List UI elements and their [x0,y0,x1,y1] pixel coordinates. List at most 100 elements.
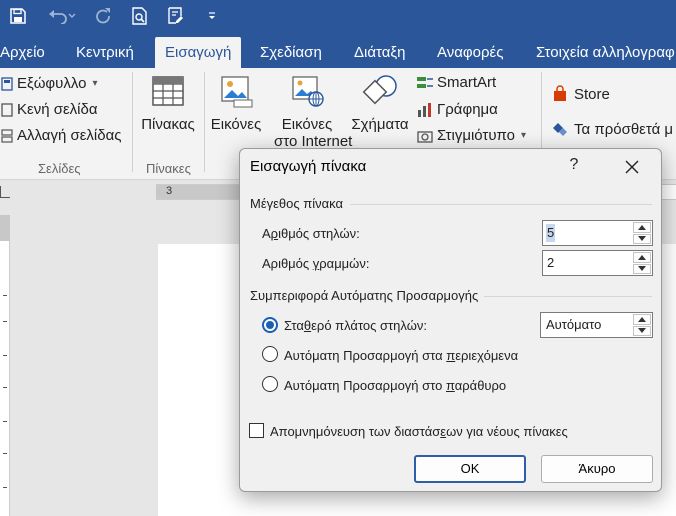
group-separator [204,72,205,172]
cover-dropdown-icon: ▾ [92,78,98,89]
ruler-tick [3,295,7,296]
undo-icon[interactable] [47,5,77,27]
quick-access-toolbar [0,0,676,32]
ruler-tick [3,321,7,322]
rows-value: 2 [547,255,555,270]
ruler-tick [3,387,7,388]
arrow-up-icon [638,316,646,322]
tab-mailings[interactable]: Στοιχεία αλληλογραφ [536,37,675,68]
tab-design[interactable]: Σχεδίαση [260,37,322,68]
table-button[interactable]: Πίνακας [138,74,198,133]
remember-dimensions-checkbox[interactable] [249,423,264,438]
tab-insert[interactable]: Εισαγωγή [155,37,242,68]
autofit-window-label: Αυτόματη Προσαρμογή στο παράθυρο [284,378,507,393]
blank-page-label: Κενή σελίδα [17,101,98,118]
screenshot-icon [417,130,433,143]
smartart-button[interactable]: SmartArt [416,74,496,91]
autofit-contents-radio[interactable] [262,346,278,362]
rows-down-button[interactable] [633,263,651,274]
rows-spinner[interactable]: 2 [542,250,653,276]
arrow-up-icon [638,254,646,260]
columns-spinner[interactable]: 5 [542,220,653,246]
chart-icon [418,102,431,117]
rows-up-button[interactable] [633,252,651,263]
arrow-down-icon [638,236,646,242]
close-button[interactable] [618,155,646,179]
ruler-tick [3,453,7,454]
columns-up-button[interactable] [633,222,651,233]
shapes-icon [362,75,397,105]
columns-label: Αριθμός στηλών: [262,226,360,241]
arrow-down-icon [638,266,646,272]
group-separator [132,72,133,172]
online-pictures-icon [292,76,324,107]
tab-references[interactable]: Αναφορές [437,37,503,68]
chart-label: Γράφημα [437,101,498,118]
pictures-button[interactable]: Εικόνες [207,74,265,133]
autofit-window-radio[interactable] [262,376,278,392]
table-label: Πίνακας [141,116,195,133]
tab-layout[interactable]: Διάταξη [354,37,405,68]
tab-home[interactable]: Κεντρική [76,37,134,68]
rows-label: Αριθμός γραμμών: [262,256,370,271]
ribbon-tabs: Αρχείο Κεντρική Εισαγωγή Σχεδίαση Διάταξ… [0,32,676,68]
chart-button[interactable]: Γράφημα [416,101,498,118]
help-button[interactable]: ? [560,156,588,178]
store-icon [554,85,566,101]
columns-value: 5 [546,224,556,242]
tab-file[interactable]: Αρχείο [0,37,45,68]
redo-icon[interactable] [91,5,115,27]
page-break-button[interactable]: Αλλαγή σελίδας [0,127,122,144]
cover-page-button[interactable]: Εξώφυλλο ▾ [0,75,98,92]
smartart-icon [417,76,433,88]
fixed-width-label: Σταθερό πλάτος στηλών: [284,318,427,333]
cover-page-icon [1,76,13,91]
section-divider [484,296,652,297]
screenshot-dropdown-icon: ▾ [521,130,527,141]
tables-group-label: Πίνακες [146,161,191,176]
page-break-label: Αλλαγή σελίδας [17,127,122,144]
form-icon[interactable] [164,5,188,27]
page-break-icon [1,128,13,143]
screenshot-label: Στιγμιότυπο [437,127,516,144]
ruler-tick [3,487,7,488]
print-preview-icon[interactable] [128,5,152,27]
screenshot-button[interactable]: Στιγμιότυπο ▾ [416,127,526,144]
columns-down-button[interactable] [633,233,651,244]
shapes-label: Σχήματα [351,116,409,133]
section-divider [350,204,652,205]
fixed-width-spinner[interactable]: Αυτόματο [540,312,653,338]
cover-page-label: Εξώφυλλο [17,75,87,92]
arrow-down-icon [638,328,646,334]
customize-icon[interactable] [200,5,224,27]
shapes-button[interactable]: Σχήματα [347,74,413,133]
pages-group-label: Σελίδες [38,161,81,176]
arrow-up-icon [638,224,646,230]
my-addins-button[interactable]: Τα πρόσθετά μ [551,120,673,138]
pictures-label: Εικόνες [210,116,262,133]
ok-button[interactable]: OK [414,455,526,483]
smartart-label: SmartArt [437,74,497,91]
pictures-icon [221,76,253,108]
fixed-width-up-button[interactable] [633,314,651,325]
store-label: Store [574,85,610,103]
cancel-button[interactable]: Άκυρο [541,455,653,483]
online-pictures-button[interactable]: Εικόνες στο Internet [274,74,352,150]
vertical-ruler[interactable] [0,215,10,516]
dialog-title: Εισαγωγή πίνακα [250,158,367,175]
close-icon [625,160,639,174]
store-button[interactable]: Store [551,85,610,103]
blank-page-icon [1,102,13,117]
ruler-margin [0,215,10,241]
blank-page-button[interactable]: Κενή σελίδα [0,101,98,118]
fixed-width-radio[interactable] [262,317,278,333]
insert-table-dialog: Εισαγωγή πίνακα ? Μέγεθος πίνακα Αριθμός… [239,148,662,492]
fixed-width-down-button[interactable] [633,325,651,336]
online-pictures-label-1: Εικόνες [281,116,333,133]
addins-icon [553,123,567,136]
ruler-corner-icon[interactable] [0,186,10,198]
ruler-tick [3,421,7,422]
fixed-width-value: Αυτόματο [546,317,602,332]
save-icon[interactable] [6,5,30,27]
remember-dimensions-label: Απομνημόνευση των διαστάσεων για νέους π… [270,424,568,439]
